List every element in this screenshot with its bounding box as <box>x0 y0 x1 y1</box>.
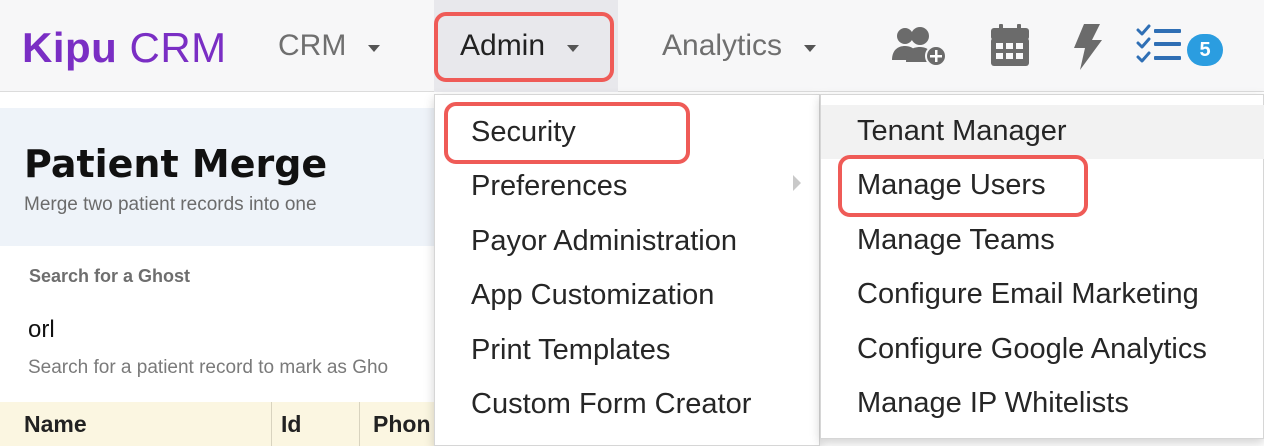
nav-crm-menu[interactable]: CRM <box>278 0 381 92</box>
top-navbar: Kipu CRM CRM Admin Analytics 5 <box>0 0 1264 92</box>
nav-admin-menu[interactable]: Admin <box>434 0 618 92</box>
add-user-icon[interactable] <box>890 22 948 70</box>
preferences-submenu: Tenant Manager Manage Users Manage Teams… <box>820 94 1264 439</box>
admin-dropdown-menu: Security Preferences Payor Administratio… <box>434 94 820 446</box>
menu-item-tenant-manager[interactable]: Tenant Manager <box>857 115 1067 148</box>
menu-item-configure-google-analytics[interactable]: Configure Google Analytics <box>857 333 1207 366</box>
brand-name: Kipu <box>22 24 118 71</box>
task-count-badge: 5 <box>1187 34 1223 66</box>
nav-analytics-menu[interactable]: Analytics <box>662 0 817 92</box>
chevron-down-icon <box>368 44 381 52</box>
submenu-arrow-icon <box>793 175 801 191</box>
menu-item-configure-email-marketing[interactable]: Configure Email Marketing <box>857 278 1199 311</box>
menu-item-preferences[interactable]: Preferences <box>471 170 627 203</box>
column-divider <box>271 402 272 446</box>
calendar-icon[interactable] <box>990 22 1030 68</box>
task-list-icon[interactable] <box>1136 22 1182 68</box>
chevron-down-icon <box>804 44 817 52</box>
nav-crm-label: CRM <box>278 29 347 62</box>
search-ghost-help: Search for a patient record to mark as G… <box>28 357 389 378</box>
menu-item-custom-form-creator[interactable]: Custom Form Creator <box>471 388 751 421</box>
column-divider <box>359 402 360 446</box>
results-table-header: Name Id Phon <box>0 402 434 446</box>
page-subtitle: Merge two patient records into one <box>24 194 317 215</box>
page-title: Patient Merge <box>24 142 328 186</box>
menu-item-manage-teams[interactable]: Manage Teams <box>857 224 1055 257</box>
chevron-down-icon <box>567 44 580 52</box>
menu-item-security[interactable]: Security <box>471 116 576 149</box>
menu-item-payor-administration[interactable]: Payor Administration <box>471 225 737 258</box>
menu-item-app-customization[interactable]: App Customization <box>471 279 714 312</box>
menu-item-print-templates[interactable]: Print Templates <box>471 334 670 367</box>
menu-item-manage-users[interactable]: Manage Users <box>857 169 1046 202</box>
lightning-icon[interactable] <box>1070 22 1104 72</box>
nav-analytics-label: Analytics <box>662 29 783 62</box>
column-name[interactable]: Name <box>24 402 87 446</box>
nav-admin-label: Admin <box>460 29 546 62</box>
column-id[interactable]: Id <box>281 402 301 446</box>
search-ghost-input[interactable]: orl <box>28 316 55 344</box>
search-ghost-label: Search for a Ghost <box>29 266 191 286</box>
menu-item-manage-ip-whitelists[interactable]: Manage IP Whitelists <box>857 387 1129 420</box>
brand-logo[interactable]: Kipu CRM <box>22 24 227 72</box>
column-phone[interactable]: Phon <box>373 402 431 446</box>
brand-suffix: CRM <box>129 24 227 71</box>
